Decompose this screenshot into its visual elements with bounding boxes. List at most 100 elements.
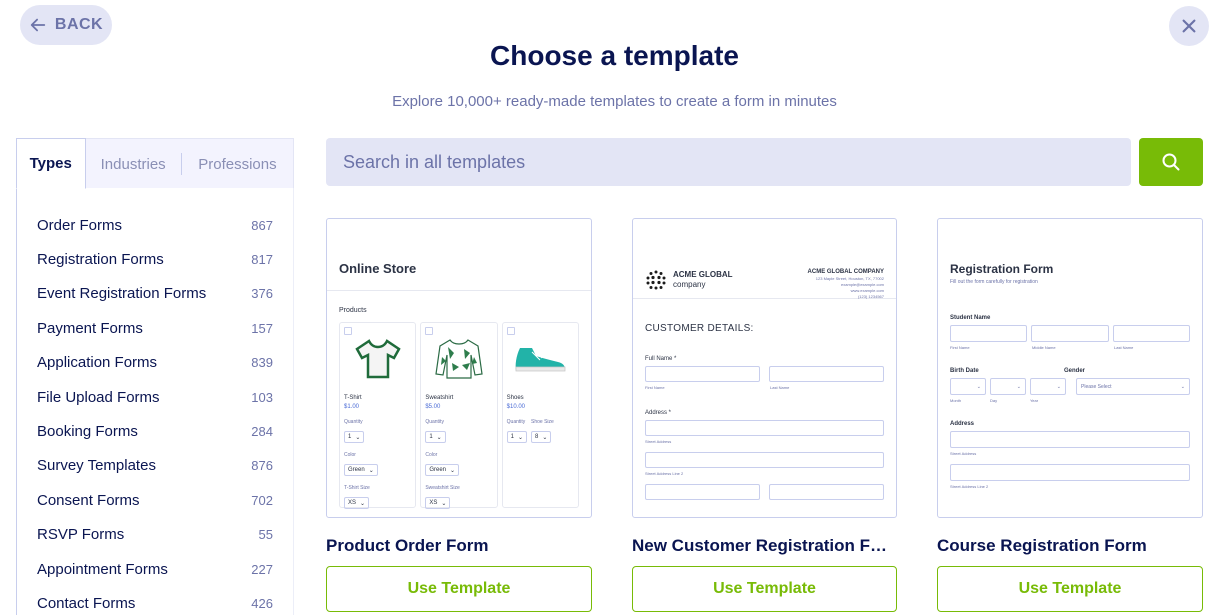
category-count: 867 [251,217,273,233]
tab-industries[interactable]: Industries [86,139,181,189]
category-item-payment-forms[interactable]: Payment Forms 157 [17,311,293,345]
field-label: Student Name [950,315,991,321]
select-value: XS [429,500,438,506]
street-field [645,420,884,436]
logo-line-1: ACME GLOBAL [673,270,733,279]
product-price: $1.00 [344,404,360,410]
category-count: 426 [251,595,273,611]
sweatshirt-image [425,331,492,387]
field-label: Birth Date [950,368,979,374]
template-title[interactable]: Product Order Form [326,536,592,556]
product-item: T-Shirt $1.00 Quantity 1 ⌄ Color Green ⌄ T… [339,322,417,509]
template-title[interactable]: New Customer Registration Form [632,536,897,556]
category-item-contact-forms[interactable]: Contact Forms 426 [17,586,293,615]
search-input[interactable] [326,138,1131,186]
category-count: 376 [251,286,273,302]
category-name: Booking Forms [37,423,138,441]
year-select: ⌄ [1030,378,1066,395]
preview-header: ACME GLOBAL company ACME GLOBAL COMPANY 1… [633,219,896,299]
category-tabs: Types Industries Professions [16,138,294,189]
field-hint: Year [1030,398,1039,403]
select-value: 8 [535,434,539,440]
chevron-down-icon: ⌄ [360,500,366,507]
category-item-event-registration-forms[interactable]: Event Registration Forms 376 [17,277,293,311]
use-template-button[interactable]: Use Template [937,566,1203,612]
month-select: ⌄ [950,378,986,395]
quantity-select: 1 ⌄ [344,431,365,443]
template-card-course-registration: Registration Form Fill out the form care… [937,218,1203,612]
preview-section-label: Products [339,307,367,314]
field-label: Color [344,452,356,458]
day-select: ⌄ [990,378,1026,395]
category-name: Registration Forms [37,251,164,269]
category-count: 103 [251,389,273,405]
chevron-down-icon: ⌄ [355,434,361,441]
category-count: 227 [251,561,273,577]
preview-heading: Registration Form [950,262,1054,276]
color-select: Green ⌄ [344,464,378,476]
category-name: Application Forms [37,354,158,372]
tab-professions[interactable]: Professions [182,139,293,189]
street-field [950,431,1190,448]
template-preview[interactable]: Online Store Products T-Shirt $1.00 Quan… [326,218,592,518]
product-name: T-Shirt [344,395,362,401]
category-sidebar: Types Industries Professions Order Forms… [16,138,294,615]
select-value: 1 [348,434,352,440]
field-row [633,444,896,468]
field-label: Gender [1064,368,1086,374]
category-name: Consent Forms [37,491,140,509]
field-hint-row: First Name Middle Name Last Name [938,342,1202,350]
category-name: Contact Forms [37,594,136,612]
phone-line: (123) 1234567 [857,294,884,299]
chevron-down-icon: ⌄ [542,434,548,441]
tab-types[interactable]: Types [16,138,86,189]
preview-subheading: Fill out the form carefully for registra… [950,279,1038,285]
category-item-survey-templates[interactable]: Survey Templates 876 [17,449,293,483]
street2-field [950,464,1190,481]
shoe-image [507,331,574,387]
field-label: Color [425,452,438,458]
chevron-down-icon: ⌄ [441,500,447,507]
arrow-left-icon [30,18,46,32]
globe-icon [646,270,666,290]
category-item-application-forms[interactable]: Application Forms 839 [17,346,293,380]
field-hint: Month [950,398,962,403]
first-name-field [645,366,760,382]
category-item-rsvp-forms[interactable]: RSVP Forms 55 [17,518,293,552]
category-item-appointment-forms[interactable]: Appointment Forms 227 [17,552,293,586]
category-item-booking-forms[interactable]: Booking Forms 284 [17,414,293,448]
use-template-button[interactable]: Use Template [326,566,592,612]
chevron-down-icon: ⌄ [450,467,456,474]
use-template-button[interactable]: Use Template [632,566,897,612]
template-title[interactable]: Course Registration Form [937,536,1203,556]
tshirt-image [344,331,411,387]
category-count: 839 [251,355,273,371]
field-hint: Last Name [770,385,790,390]
field-hint-row: First Name Last Name [633,382,896,390]
search-icon [1162,153,1180,171]
state-field [769,484,884,500]
back-label: BACK [54,16,104,33]
select-value: Green [348,467,365,473]
quantity-select: 1 ⌄ [425,431,446,443]
product-grid: T-Shirt $1.00 Quantity 1 ⌄ Color Green ⌄ T… [327,322,591,509]
category-list: Order Forms 867 Registration Forms 817 Eve… [16,188,294,615]
first-name-field [950,325,1028,342]
template-preview[interactable]: ACME GLOBAL company ACME GLOBAL COMPANY 1… [632,218,897,518]
category-item-order-forms[interactable]: Order Forms 867 [17,208,293,242]
category-count: 157 [251,320,273,336]
category-item-consent-forms[interactable]: Consent Forms 702 [17,483,293,517]
category-item-registration-forms[interactable]: Registration Forms 817 [17,242,293,276]
field-row [938,456,1202,481]
field-label: Full Name * [645,356,677,362]
template-preview[interactable]: Registration Form Fill out the form care… [937,218,1203,518]
chevron-down-icon: ⌄ [976,383,981,390]
category-name: File Upload Forms [37,388,160,406]
search-button[interactable] [1139,138,1203,186]
company-address: ACME GLOBAL COMPANY 123 Maple Street, Ho… [808,268,884,300]
category-item-file-upload-forms[interactable]: File Upload Forms 103 [17,380,293,414]
chevron-down-icon: ⌄ [436,434,442,441]
select-value: Green [429,467,447,473]
field-label: T-Shirt Size [344,485,370,491]
back-button[interactable]: BACK [20,5,112,45]
